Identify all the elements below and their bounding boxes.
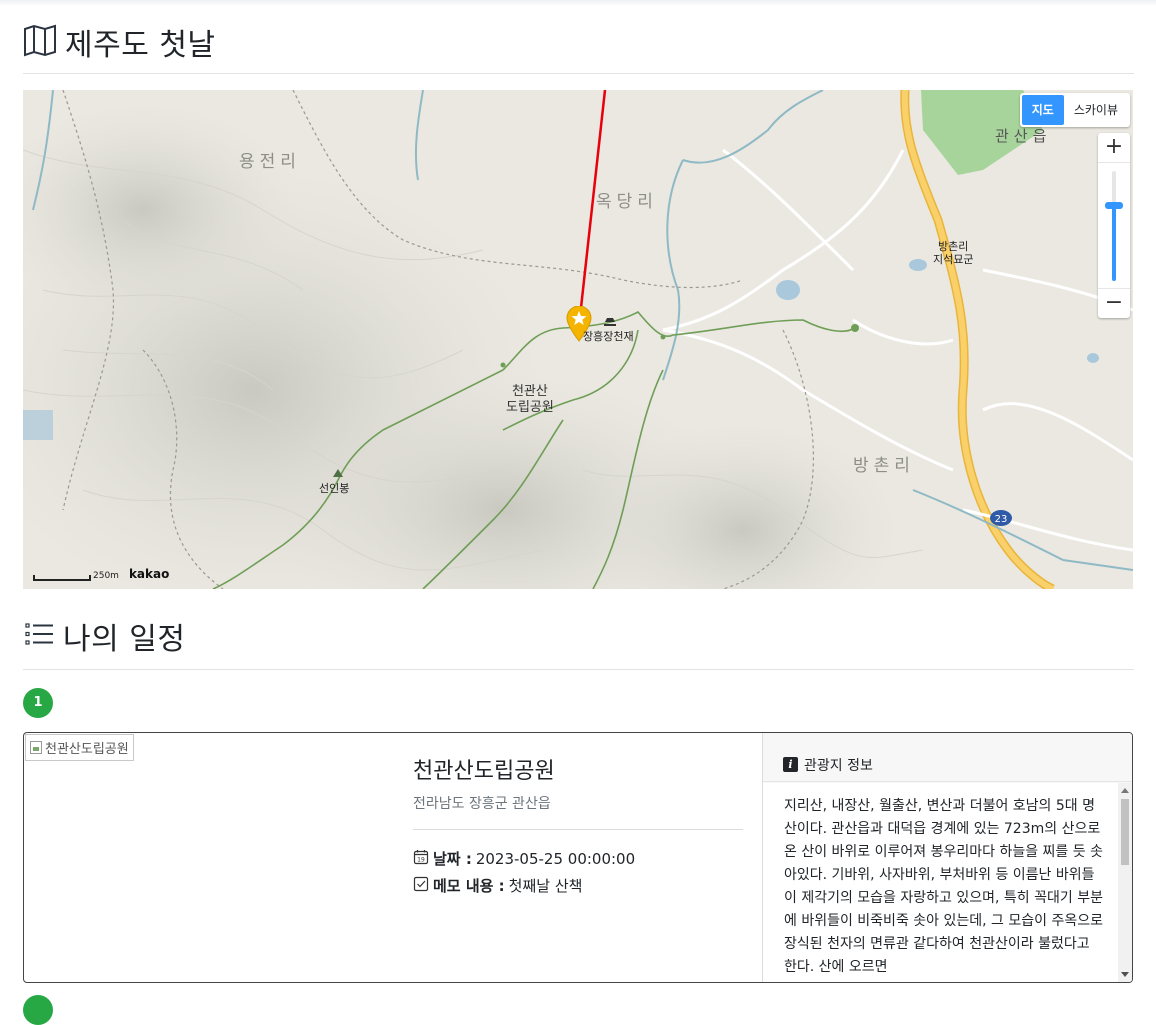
label-seoninbong: 선인봉 [319, 482, 350, 495]
date-label: 날짜 : [433, 850, 472, 868]
list-icon [23, 618, 55, 654]
map-scale: 250m kakao [33, 567, 169, 581]
tourist-info-header: i 관광지 정보 [763, 733, 1132, 782]
check-square-icon [413, 876, 429, 896]
image-alt-text: 천관산도립공원 [45, 742, 129, 757]
zoom-level-fill [1112, 205, 1116, 281]
description-scrollbar[interactable] [1118, 783, 1132, 982]
label-gwansaneup: 관산읍 [995, 127, 1052, 145]
zoom-control: + − [1098, 133, 1130, 318]
schedule-header: 나의 일정 [23, 614, 185, 658]
memo-row: 메모 내용 : 첫째날 산책 [413, 875, 762, 896]
zoom-out-button[interactable]: − [1098, 288, 1130, 318]
tourist-info-title: 관광지 정보 [804, 757, 873, 774]
kakao-map[interactable]: 23 용전리 옥당리 관산읍 방촌리 방촌리 지석묘군 장흥장천재 천관산 도립… [23, 90, 1133, 589]
scale-value: 250m [93, 571, 119, 581]
label-bangchon-dolmen: 방촌리 지석묘군 [933, 240, 974, 266]
memo-value: 첫째날 산책 [508, 877, 583, 895]
label-yongjeonri: 용전리 [239, 152, 301, 172]
calendar-icon: 19 [413, 849, 429, 869]
map-type-map-button[interactable]: 지도 [1021, 95, 1064, 125]
map-icon [23, 23, 57, 61]
scrollbar-thumb[interactable] [1121, 799, 1129, 865]
place-image: 천관산도립공원 [24, 733, 402, 982]
schedule-title: 나의 일정 [63, 622, 186, 657]
map-type-skyview-button[interactable]: 스카이뷰 [1064, 95, 1128, 125]
place-address: 전라남도 장흥군 관산읍 [413, 796, 551, 812]
schedule-card: 천관산도립공원 천관산도립공원 전라남도 장흥군 관산읍 19 날짜 : 202… [23, 732, 1133, 983]
zoom-in-button[interactable]: + [1098, 133, 1130, 163]
page-header: 제주도 첫날 [23, 20, 216, 64]
label-park: 천관산 도립공원 [506, 384, 554, 415]
info-divider [413, 829, 743, 830]
scroll-down-arrow-icon[interactable] [1121, 972, 1129, 977]
broken-image-icon [30, 741, 42, 754]
next-schedule-badge [23, 995, 53, 1025]
schedule-order-badge: 1 [23, 688, 53, 718]
tourist-info-panel: i 관광지 정보 지리산, 내장산, 월출산, 변산과 더불어 호남의 5대 명… [762, 733, 1132, 982]
kakao-logo: kakao [128, 567, 170, 581]
memo-label: 메모 내용 : [433, 877, 505, 895]
info-icon: i [783, 757, 798, 772]
label-jangheung: 장흥장천재 [583, 330, 634, 343]
page-title: 제주도 첫날 [65, 28, 216, 63]
place-name: 천관산도립공원 [413, 759, 555, 784]
date-row: 19 날짜 : 2023-05-25 00:00:00 [413, 848, 762, 869]
tourist-info-description[interactable]: 지리산, 내장산, 월출산, 변산과 더불어 호남의 5대 명산이다. 관산읍과… [763, 783, 1132, 982]
map-type-control: 지도 스카이뷰 [1019, 93, 1130, 127]
header-divider [23, 73, 1134, 74]
broken-image-placeholder: 천관산도립공원 [25, 734, 134, 761]
route-number: 23 [995, 514, 1008, 525]
zoom-slider-handle[interactable] [1105, 202, 1123, 209]
schedule-divider [23, 669, 1134, 670]
label-okdangri: 옥당리 [596, 192, 658, 212]
place-info: 천관산도립공원 전라남도 장흥군 관산읍 19 날짜 : 2023-05-25 … [402, 733, 762, 982]
svg-text:19: 19 [417, 856, 425, 863]
scale-bar [33, 575, 91, 581]
scroll-up-arrow-icon[interactable] [1121, 788, 1129, 793]
label-bangchonri: 방촌리 [853, 456, 915, 476]
date-value: 2023-05-25 00:00:00 [475, 849, 636, 868]
top-shadow [0, 0, 1156, 6]
